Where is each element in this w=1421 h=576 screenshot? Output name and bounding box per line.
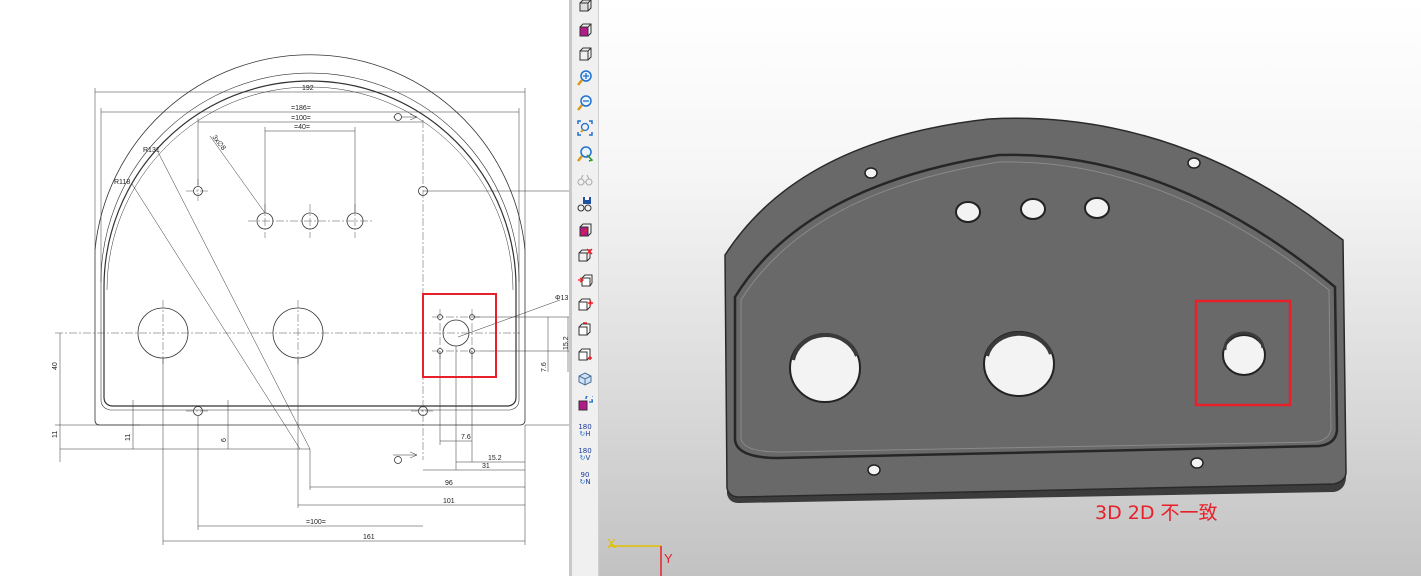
rotate-n-axis: N: [585, 478, 591, 486]
plate-top-face: [724, 117, 1347, 498]
3d-viewport[interactable]: X Y 3D 2D 不一致: [599, 0, 1421, 576]
rotate-180-h-button[interactable]: 180 ↻H: [574, 420, 596, 442]
dim-161: 161: [363, 534, 375, 541]
view-plus-icon: [578, 298, 593, 311]
zoom-out-icon: [577, 95, 592, 111]
zoom-in-icon: [577, 70, 592, 86]
section-icon: [579, 223, 592, 237]
technical-drawing: 192 =186= =100= =40= 3x∅8 R131 R118 Φ13 …: [52, 54, 570, 545]
zoom-fit-icon: [577, 120, 593, 136]
zoom-window-icon: [577, 146, 593, 162]
iso-cube-button[interactable]: [574, 369, 596, 389]
view-plus-button[interactable]: [574, 294, 596, 314]
view-minus-button[interactable]: [574, 319, 596, 339]
dim-phi-13: Φ13: [555, 295, 568, 302]
zoom-window-button[interactable]: [574, 144, 596, 164]
glasses-icon: [577, 174, 593, 186]
rotate-90-n-button[interactable]: 90 ↻N: [574, 468, 596, 490]
dim-96: 96: [445, 480, 453, 487]
add-view-button[interactable]: [574, 270, 596, 290]
drawing-highlight-box: [422, 293, 497, 378]
save-view-icon: [577, 197, 592, 212]
dim-7-6-vertical: 7.6: [541, 362, 548, 372]
box-front-button[interactable]: [574, 20, 596, 40]
dim-31: 31: [482, 463, 490, 470]
zoom-out-button[interactable]: [574, 93, 596, 113]
box-wire-icon: [579, 47, 592, 61]
triad-y-label: Y: [664, 551, 673, 566]
zoom-in-button[interactable]: [574, 68, 596, 88]
dim-11-inner: 11: [125, 434, 132, 441]
dim-holes-3x: 3x∅8: [210, 134, 226, 152]
axis-triad: X Y: [607, 536, 673, 576]
dim-15-2: 15.2: [488, 455, 502, 462]
3d-model: X Y: [607, 117, 1347, 576]
dim-186: =186=: [291, 105, 311, 112]
dim-40-vertical: 40: [52, 362, 59, 370]
view-minus-icon: [578, 322, 591, 336]
dim-7-6: 7.6: [461, 434, 471, 441]
dim-r131: R131: [143, 147, 160, 154]
delete-view-button[interactable]: [574, 245, 596, 265]
dim-100-top: =100=: [291, 115, 311, 122]
save-view-button[interactable]: [574, 194, 596, 214]
box-front-icon: [579, 23, 592, 37]
view-add-button[interactable]: [574, 344, 596, 364]
rotate-180-v-button[interactable]: 180 ↻V: [574, 444, 596, 466]
dim-192: 192: [302, 85, 314, 92]
dim-6: 6: [221, 438, 228, 442]
triad-x-label: X: [607, 536, 616, 551]
rotate-view-button[interactable]: [574, 394, 596, 414]
view-3d-button[interactable]: [574, 0, 596, 16]
rotate-view-icon: [578, 396, 593, 411]
rotate-h-axis: H: [585, 430, 591, 438]
rotate-v-axis: V: [585, 454, 591, 462]
delete-view-icon: [578, 248, 593, 262]
mismatch-annotation: 3D 2D 不一致: [1095, 502, 1218, 524]
iso-cube-icon: [578, 372, 592, 386]
dim-40: =40=: [294, 124, 310, 131]
view-toolbar: 180 ↻H 180 ↻V 90 ↻N: [572, 0, 599, 576]
zoom-fit-button[interactable]: [574, 118, 596, 138]
glasses-button[interactable]: [574, 170, 596, 190]
add-view-icon: [578, 274, 593, 287]
view-3d-icon: [579, 0, 592, 12]
dim-100-bottom: =100=: [306, 519, 326, 526]
dim-r118: R118: [114, 179, 130, 186]
dim-101: 101: [443, 498, 455, 505]
dim-11-left: 11: [52, 431, 59, 438]
drawing-panel: 192 =186= =100= =40= 3x∅8 R131 R118 Φ13 …: [0, 0, 570, 576]
view-add-icon: [578, 348, 592, 361]
box-wire-button[interactable]: [574, 44, 596, 64]
section-button[interactable]: [574, 220, 596, 240]
